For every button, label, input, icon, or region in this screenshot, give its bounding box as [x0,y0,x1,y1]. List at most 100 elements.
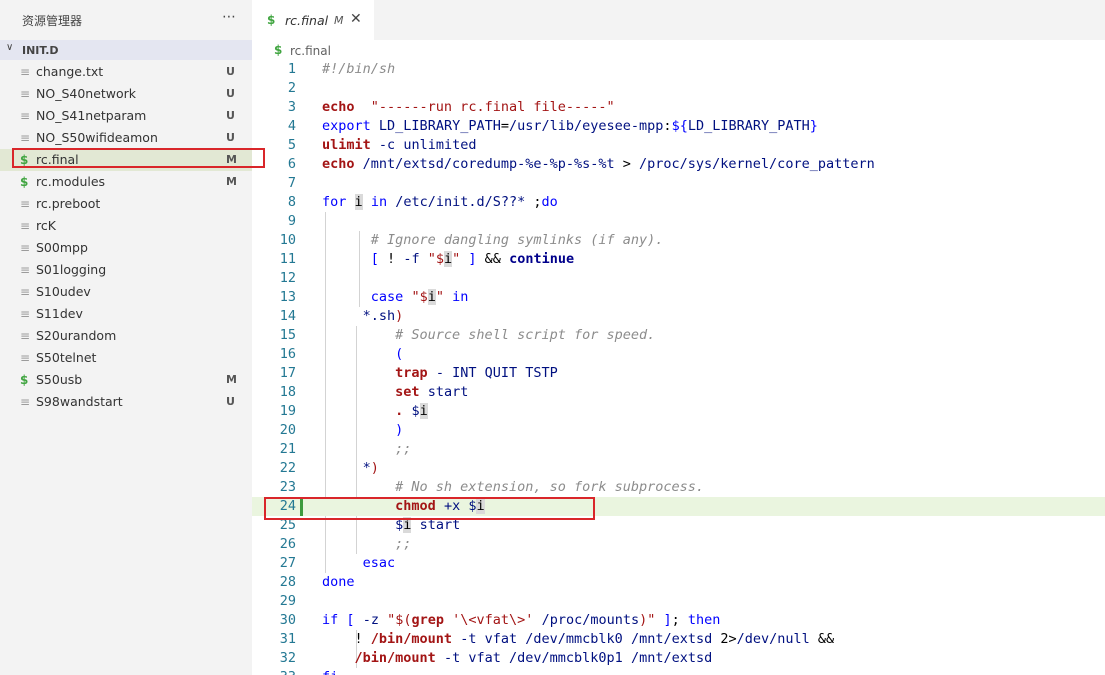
code-token: case [370,289,404,305]
code-token: && [809,631,835,647]
code-token: continue [509,251,575,267]
line-number: 25 [279,517,296,533]
line-number: 10 [279,232,296,248]
breadcrumb-file[interactable]: rc.final [290,44,331,58]
file-item[interactable]: ≡ S20urandom [0,325,252,347]
code-token: ;; [395,536,412,552]
line-number: 7 [287,175,296,191]
file-item[interactable]: ≡ S98wandstart U [0,391,252,413]
file-item[interactable]: ≡ change.txt U [0,61,252,83]
code-token: if [322,612,339,628]
file-item[interactable]: $ rc.modules M [0,171,252,193]
code-token: *.sh [362,308,396,324]
file-item[interactable]: $ rc.final M [0,149,252,171]
line-source: ( [322,345,403,364]
shell-file-icon: $ [274,43,283,57]
code-token: LD_LIBRARY_PATH [687,118,810,134]
shell-file-icon: $ [267,13,276,27]
line-source: for i in /etc/init.d/S??* ;do [322,193,558,212]
ellipsis-icon[interactable]: ⋯ [222,9,236,25]
modified-indicator: M [334,14,344,27]
file-item[interactable]: ≡ S50telnet [0,347,252,369]
chevron-down-icon: ∨ [6,42,14,53]
file-name: NO_S50wifideamon [36,130,158,145]
code-line: 32 /bin/mount -t vfat /dev/mmcblk0p1 /mn… [252,649,1105,668]
line-number: 32 [279,650,296,666]
text-file-icon: ≡ [20,65,31,79]
tab-label: rc.final [285,13,329,28]
code-line: 2 [252,79,1105,98]
line-number: 30 [279,612,296,628]
code-token: unlimited [403,137,477,153]
code-line: 25 $i start [252,516,1105,535]
file-name: S00mpp [36,240,88,255]
code-token: do [541,194,558,210]
line-source: ;; [322,535,411,554]
line-number: 27 [279,555,296,571]
file-item[interactable]: ≡ rcK [0,215,252,237]
folder-header-init-d[interactable]: ∨ INIT.D [0,40,252,60]
code-token: -c [378,137,396,153]
code-token: i [354,194,363,210]
line-source: ulimit -c unlimited [322,136,476,155]
line-number: 2 [287,80,296,96]
text-file-icon: ≡ [20,351,31,365]
file-item[interactable]: ≡ NO_S40network U [0,83,252,105]
folder-name: INIT.D [22,44,59,57]
line-number: 31 [279,631,296,647]
code-token: trap [395,365,428,381]
line-source: ! /bin/mount -t vfat /dev/mmcblk0 /mnt/e… [322,630,835,649]
code-line: 19 . $i [252,402,1105,421]
code-token: /dev/mmcblk0 [525,631,623,647]
code-line: 10 # Ignore dangling symlinks (if any). [252,231,1105,250]
code-token: } [809,118,818,134]
file-item[interactable]: ≡ S00mpp [0,237,252,259]
file-name: S50telnet [36,350,97,365]
file-item[interactable]: ≡ NO_S41netparam U [0,105,252,127]
line-number: 11 [279,251,296,267]
line-number: 6 [287,156,296,172]
file-item[interactable]: ≡ S11dev [0,303,252,325]
code-token: set [395,384,420,400]
file-item[interactable]: ≡ S01logging [0,259,252,281]
line-number: 19 [279,403,296,419]
line-number: 24 [279,498,296,514]
code-line: 4 export LD_LIBRARY_PATH=/usr/lib/eyesee-… [252,117,1105,136]
code-line: 23 # No sh extension, so fork subprocess… [252,478,1105,497]
code-token: /usr/lib/eyesee-mpp [508,118,664,134]
file-item[interactable]: ≡ NO_S50wifideamon U [0,127,252,149]
code-token: /dev/mmcblk0p1 [509,650,623,666]
code-token: i [476,498,485,514]
code-token: ; [525,194,542,210]
line-source: $i start [322,516,460,535]
file-item[interactable]: $ S50usb M [0,369,252,391]
code-token: /proc/sys/kernel/core_pattern [639,156,875,172]
code-token: /mnt/extsd/coredump-%e-%p-%s-%t [362,156,615,172]
code-token: ) [395,422,404,438]
line-number: 23 [279,479,296,495]
line-number: 13 [279,289,296,305]
line-number: 1 [287,61,296,77]
code-token: : [663,118,672,134]
line-source: if [ -z "$(grep '\<vfat\>' /proc/mounts)… [322,611,720,630]
file-item[interactable]: ≡ S10udev [0,281,252,303]
git-status-badge: U [226,395,235,408]
git-status-badge: U [226,109,235,122]
code-token: grep [411,612,444,628]
code-token: && [476,251,510,267]
explorer-sidebar: 资源管理器 ⋯ ∨ INIT.D ≡ change.txt U ≡ NO_S40netw… [0,0,252,675]
code-line: 33 fi [252,668,1105,675]
tab-rc-final[interactable]: $ rc.final M ✕ [252,0,375,40]
file-item[interactable]: ≡ rc.preboot [0,193,252,215]
code-token: ulimit [322,137,371,153]
close-icon[interactable]: ✕ [350,11,362,27]
